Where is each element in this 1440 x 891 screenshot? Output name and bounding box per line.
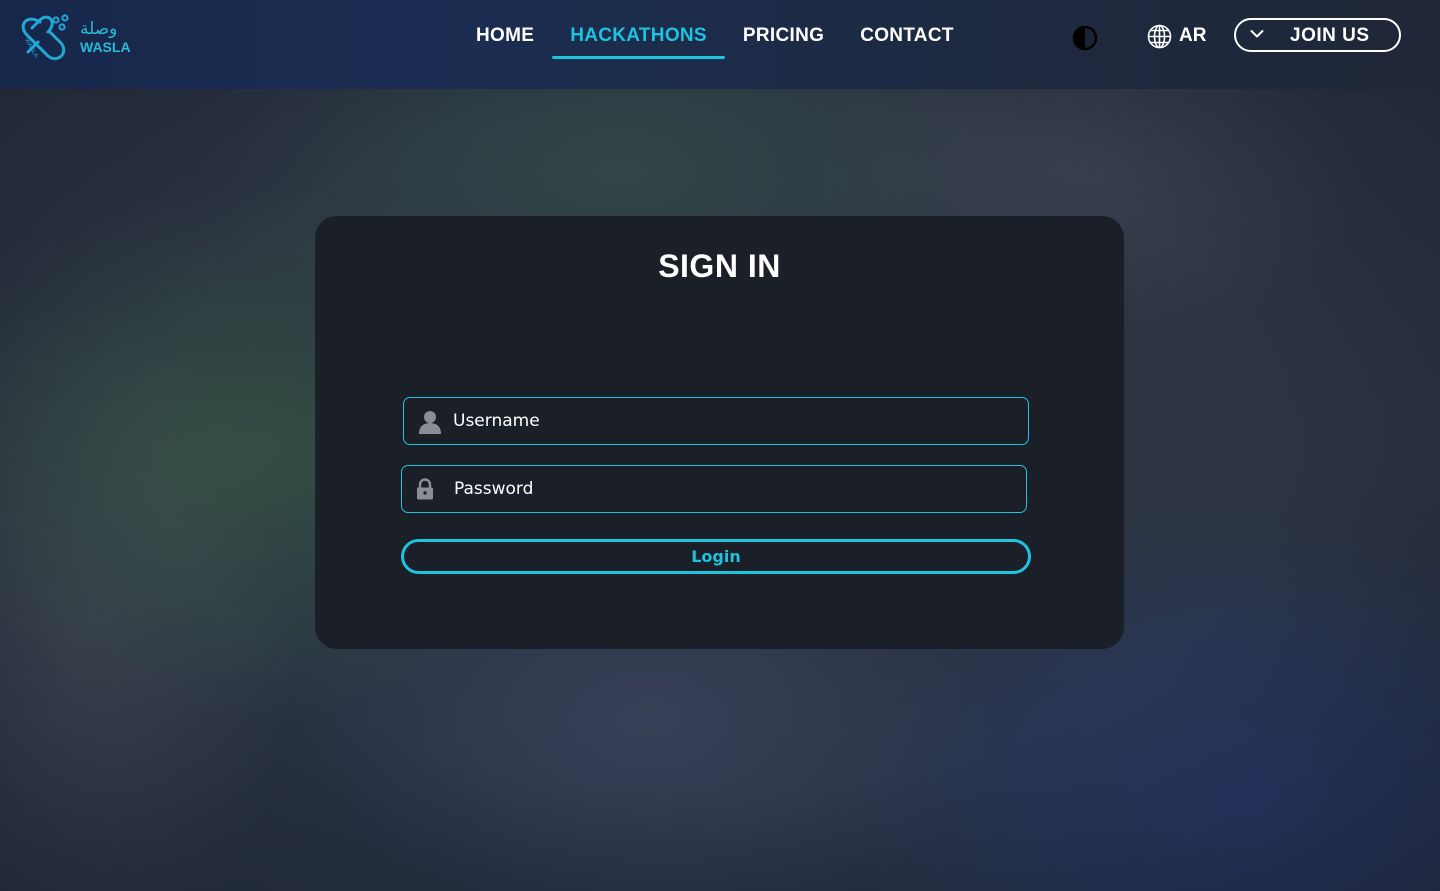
contrast-icon [1072, 25, 1098, 51]
theme-toggle-button[interactable] [1072, 25, 1098, 51]
logo-wordmark: وصلة WASLA [80, 18, 131, 55]
logo-latin-text: WASLA [80, 38, 131, 55]
globe-icon [1147, 24, 1172, 48]
logo-arabic-text: وصلة [80, 18, 118, 39]
logo-mark-text: WASLA [23, 38, 39, 59]
username-input[interactable] [453, 398, 1018, 444]
sign-in-card: SIGN IN Login [315, 216, 1124, 649]
wasla-logo[interactable]: WASLA وصلة WASLA [18, 12, 138, 62]
top-navbar: WASLA وصلة WASLA HOME HACKATHONS PRICING… [0, 0, 1440, 89]
join-us-label: JOIN US [1290, 25, 1370, 46]
password-field [401, 465, 1027, 513]
nav-item-home[interactable]: HOME [458, 22, 552, 59]
wasla-logo-mark-icon: WASLA [21, 14, 69, 61]
sign-in-title: SIGN IN [658, 248, 781, 284]
username-field [403, 397, 1029, 445]
nav-item-pricing[interactable]: PRICING [725, 22, 842, 59]
join-us-button[interactable]: JOIN US [1234, 18, 1401, 52]
password-input[interactable] [454, 466, 1016, 512]
user-icon [419, 411, 441, 434]
nav-item-hackathons[interactable]: HACKATHONS [552, 22, 725, 59]
main-nav: HOME HACKATHONS PRICING CONTACT [458, 22, 972, 60]
lock-icon [417, 478, 433, 500]
login-button[interactable]: Login [401, 539, 1031, 574]
language-switcher[interactable]: AR [1147, 22, 1206, 50]
language-label: AR [1179, 25, 1207, 46]
nav-item-contact[interactable]: CONTACT [842, 22, 972, 59]
chevron-down-icon [1250, 30, 1264, 38]
